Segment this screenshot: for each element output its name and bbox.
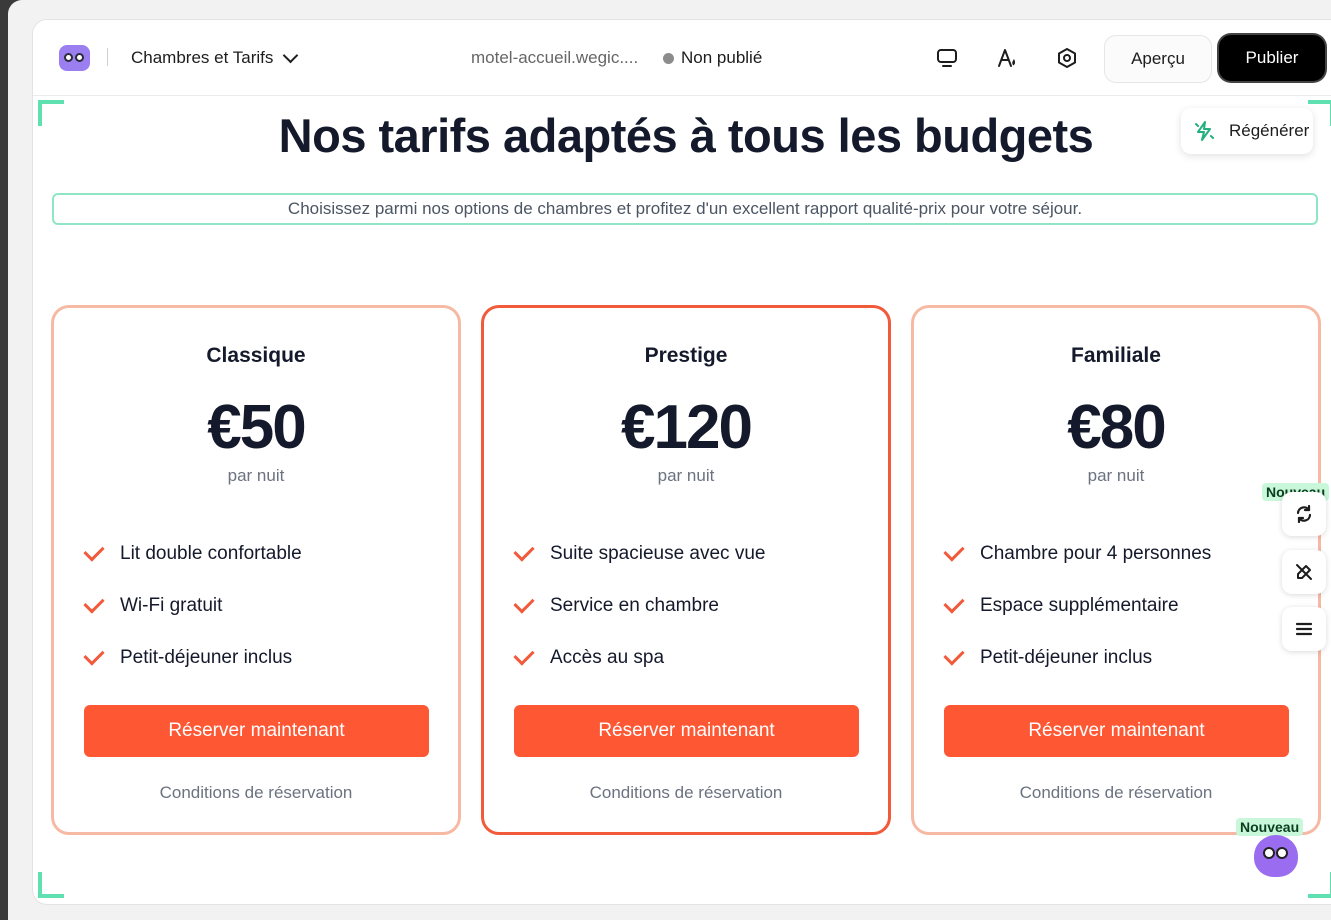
feature-list: Suite spacieuse avec vue Service en cham… <box>513 528 765 684</box>
edit-icon <box>1296 564 1312 580</box>
plan-price: €80 <box>1067 393 1166 462</box>
selection-corner <box>38 872 64 898</box>
chevron-down-icon <box>283 47 299 64</box>
publish-button[interactable]: Publier <box>1219 35 1325 81</box>
regenerate-label: Régénérer <box>1229 121 1310 140</box>
booking-terms-link[interactable]: Conditions de réservation <box>54 783 458 803</box>
check-icon <box>943 644 965 666</box>
feature-item: Lit double confortable <box>83 528 302 580</box>
font-style-icon[interactable] <box>995 46 1019 70</box>
feature-item: Suite spacieuse avec vue <box>513 528 765 580</box>
feature-item: Espace supplémentaire <box>943 580 1211 632</box>
editor-window: Chambres et Tarifs motel-accueil.wegic..… <box>33 20 1331 904</box>
plan-name: Prestige <box>644 344 728 367</box>
feature-item: Petit-déjeuner inclus <box>943 632 1211 684</box>
book-now-button[interactable]: Réserver maintenant <box>944 705 1289 757</box>
book-now-button[interactable]: Réserver maintenant <box>84 705 429 757</box>
feature-item: Chambre pour 4 personnes <box>943 528 1211 580</box>
feature-item: Service en chambre <box>513 580 765 632</box>
page-name: Chambres et Tarifs <box>131 48 274 67</box>
pricing-card-familiale[interactable]: Familiale €80 par nuit Chambre pour 4 pe… <box>911 305 1321 835</box>
check-icon <box>513 540 535 562</box>
plan-period: par nuit <box>1087 466 1145 485</box>
pricing-card-classique[interactable]: Classique €50 par nuit Lit double confor… <box>51 305 461 835</box>
feature-item: Petit-déjeuner inclus <box>83 632 302 684</box>
settings-icon[interactable] <box>1055 46 1079 70</box>
feature-item: Accès au spa <box>513 632 765 684</box>
book-now-button[interactable]: Réserver maintenant <box>514 705 859 757</box>
selection-corner <box>1308 872 1331 898</box>
regenerate-icon <box>1195 121 1214 141</box>
monitor-icon[interactable] <box>935 46 959 70</box>
status-label: Non publié <box>681 48 763 67</box>
feature-list: Lit double confortable Wi-Fi gratuit Pet… <box>83 528 302 684</box>
mascot-icon[interactable] <box>1254 835 1298 877</box>
new-badge: Nouveau <box>1236 818 1304 836</box>
plan-price: €50 <box>207 393 306 462</box>
section-subtitle[interactable]: Choisissez parmi nos options de chambres… <box>52 193 1318 225</box>
check-icon <box>943 592 965 614</box>
plan-period: par nuit <box>657 466 715 485</box>
booking-terms-link[interactable]: Conditions de réservation <box>484 783 888 803</box>
sync-button[interactable] <box>1282 492 1326 536</box>
feature-list: Chambre pour 4 personnes Espace suppléme… <box>943 528 1211 684</box>
page-selector[interactable]: Chambres et Tarifs <box>131 46 299 70</box>
plan-name: Classique <box>206 344 306 367</box>
logo-icon[interactable] <box>59 45 90 71</box>
divider <box>107 48 108 66</box>
section-title[interactable]: Nos tarifs adaptés à tous les budgets <box>33 108 1331 163</box>
regenerate-button[interactable]: Régénérer <box>1181 108 1313 154</box>
site-domain[interactable]: motel-accueil.wegic.... <box>471 48 638 68</box>
check-icon <box>513 592 535 614</box>
status-dot-icon <box>663 52 674 64</box>
plan-period: par nuit <box>227 466 285 485</box>
booking-terms-link[interactable]: Conditions de réservation <box>914 783 1318 803</box>
menu-icon <box>1295 622 1313 636</box>
plan-price: €120 <box>621 393 753 462</box>
check-icon <box>513 644 535 666</box>
preview-button[interactable]: Aperçu <box>1104 35 1212 83</box>
sync-icon <box>1296 504 1312 524</box>
menu-button[interactable] <box>1282 607 1326 651</box>
check-icon <box>83 540 105 562</box>
app-frame: Chambres et Tarifs motel-accueil.wegic..… <box>8 0 1331 920</box>
check-icon <box>83 592 105 614</box>
top-bar: Chambres et Tarifs motel-accueil.wegic..… <box>33 20 1331 96</box>
publish-status: Non publié <box>663 48 762 68</box>
pricing-card-prestige[interactable]: Prestige €120 par nuit Suite spacieuse a… <box>481 305 891 835</box>
check-icon <box>83 644 105 666</box>
edit-button[interactable] <box>1282 550 1326 594</box>
plan-name: Familiale <box>1071 344 1161 367</box>
check-icon <box>943 540 965 562</box>
feature-item: Wi-Fi gratuit <box>83 580 302 632</box>
